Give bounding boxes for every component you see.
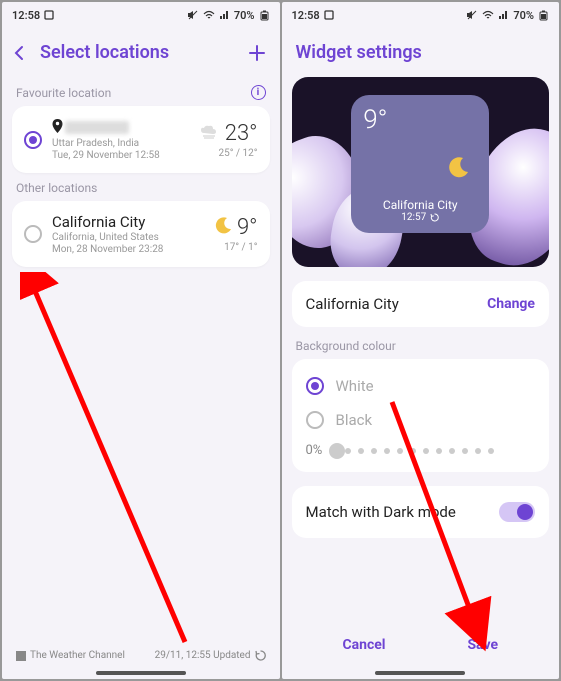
screen-select-locations: 12:58 70% Select locations Favourite loc…	[2, 2, 280, 679]
battery-pct: 70%	[513, 9, 534, 22]
other-datetime: Mon, 28 November 23:28	[52, 244, 205, 255]
status-bar: 12:58 70%	[2, 2, 280, 28]
moon-icon	[447, 155, 471, 179]
pin-icon	[52, 118, 63, 137]
nav-bar[interactable]	[375, 671, 465, 675]
battery-pct: 70%	[234, 9, 255, 22]
widget-temp: 9°	[363, 105, 477, 135]
signal-icon	[219, 10, 230, 20]
annotation-arrow	[20, 272, 200, 652]
page-title: Select locations	[40, 42, 236, 63]
darkmode-toggle[interactable]	[499, 502, 535, 522]
cloudy-icon	[199, 121, 221, 146]
updated-label: 29/11, 12:55 Updated	[155, 650, 251, 661]
widget-tile: 9° California City 12:57	[351, 95, 489, 233]
change-button[interactable]: Change	[487, 296, 535, 312]
mute-icon	[466, 10, 478, 20]
bg-colour-label: Background colour	[296, 339, 546, 353]
favourite-location-card[interactable]: Uttar Pradesh, India Tue, 29 November 12…	[12, 106, 270, 173]
other-section-label: Other locations	[2, 173, 280, 201]
favourite-datetime: Tue, 29 November 12:58	[52, 150, 189, 161]
status-time: 12:58	[12, 9, 40, 22]
wifi-icon	[203, 10, 215, 20]
weather-source: The Weather Channel	[16, 650, 125, 661]
white-label: White	[336, 377, 374, 395]
bg-option-black[interactable]: Black	[306, 403, 536, 437]
refresh-icon[interactable]	[255, 650, 266, 661]
widget-location: California City	[363, 198, 477, 212]
other-location-card[interactable]: California City California, United State…	[12, 201, 270, 267]
opacity-slider[interactable]	[332, 448, 535, 454]
favourite-radio[interactable]	[24, 131, 42, 149]
other-region: California, United States	[52, 232, 205, 243]
weather-channel-icon	[16, 651, 26, 661]
recent-apps-icon	[44, 10, 54, 20]
wifi-icon	[482, 10, 494, 20]
moon-icon	[215, 215, 233, 240]
screen-widget-settings: 12:58 70% Widget settings 9° California …	[282, 2, 560, 679]
weather-source-label: The Weather Channel	[30, 650, 125, 661]
battery-icon	[538, 10, 549, 21]
slider-thumb[interactable]	[329, 443, 345, 459]
darkmode-label: Match with Dark mode	[306, 503, 456, 521]
favourite-label-text: Favourite location	[16, 86, 111, 100]
favourite-location-name-redacted	[65, 121, 129, 134]
white-radio[interactable]	[306, 377, 324, 395]
back-button[interactable]	[12, 45, 28, 61]
refresh-icon	[430, 213, 439, 222]
favourite-region: Uttar Pradesh, India	[52, 138, 189, 149]
header: Widget settings	[282, 28, 560, 77]
recent-apps-icon	[324, 10, 334, 20]
add-button[interactable]	[248, 44, 266, 62]
mute-icon	[187, 10, 199, 20]
selected-city: California City	[306, 295, 399, 313]
other-label-text: Other locations	[16, 181, 97, 195]
other-location-name: California City	[52, 213, 205, 231]
status-bar: 12:58 70%	[282, 2, 560, 28]
opacity-pct: 0%	[306, 443, 323, 458]
black-radio[interactable]	[306, 411, 324, 429]
battery-icon	[259, 10, 270, 21]
footer: The Weather Channel 29/11, 12:55 Updated	[2, 650, 280, 661]
signal-icon	[498, 10, 509, 20]
action-row: Cancel Save	[282, 627, 560, 663]
city-card: California City Change	[292, 281, 550, 327]
bg-option-white[interactable]: White	[306, 369, 536, 403]
cancel-button[interactable]: Cancel	[322, 627, 405, 663]
header: Select locations	[2, 28, 280, 77]
other-temp: 9°	[237, 215, 258, 240]
save-button[interactable]: Save	[447, 627, 518, 663]
info-icon[interactable]: i	[251, 85, 266, 100]
darkmode-card: Match with Dark mode	[292, 486, 550, 538]
bg-colour-card: White Black 0%	[292, 359, 550, 472]
nav-bar[interactable]	[96, 671, 186, 675]
favourite-temp: 23°	[225, 121, 258, 146]
widget-time: 12:57	[401, 212, 426, 223]
opacity-slider-row: 0%	[306, 443, 536, 458]
black-label: Black	[336, 411, 373, 429]
other-temp-range: 17° / 1°	[224, 242, 257, 253]
other-radio[interactable]	[24, 225, 42, 243]
widget-preview: 9° California City 12:57	[292, 77, 550, 267]
favourite-temp-range: 25° / 12°	[218, 148, 257, 159]
page-title: Widget settings	[296, 42, 546, 63]
status-time: 12:58	[292, 9, 320, 22]
favourite-section-label: Favourite location i	[2, 77, 280, 106]
